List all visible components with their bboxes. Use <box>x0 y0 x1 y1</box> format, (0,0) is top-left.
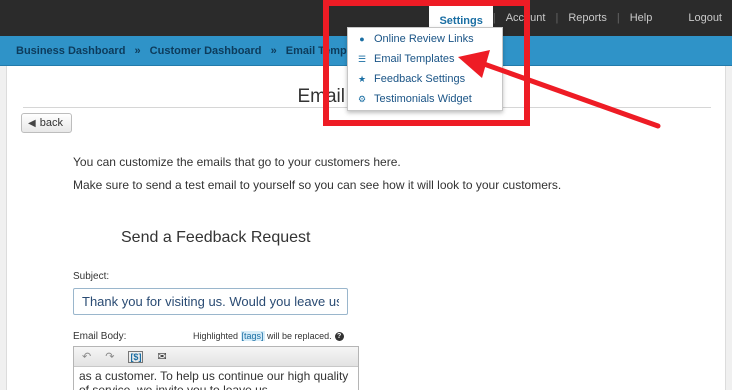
arrow-shaft <box>481 61 661 129</box>
arrow-head <box>458 50 490 78</box>
red-annotation-arrow <box>458 50 661 129</box>
